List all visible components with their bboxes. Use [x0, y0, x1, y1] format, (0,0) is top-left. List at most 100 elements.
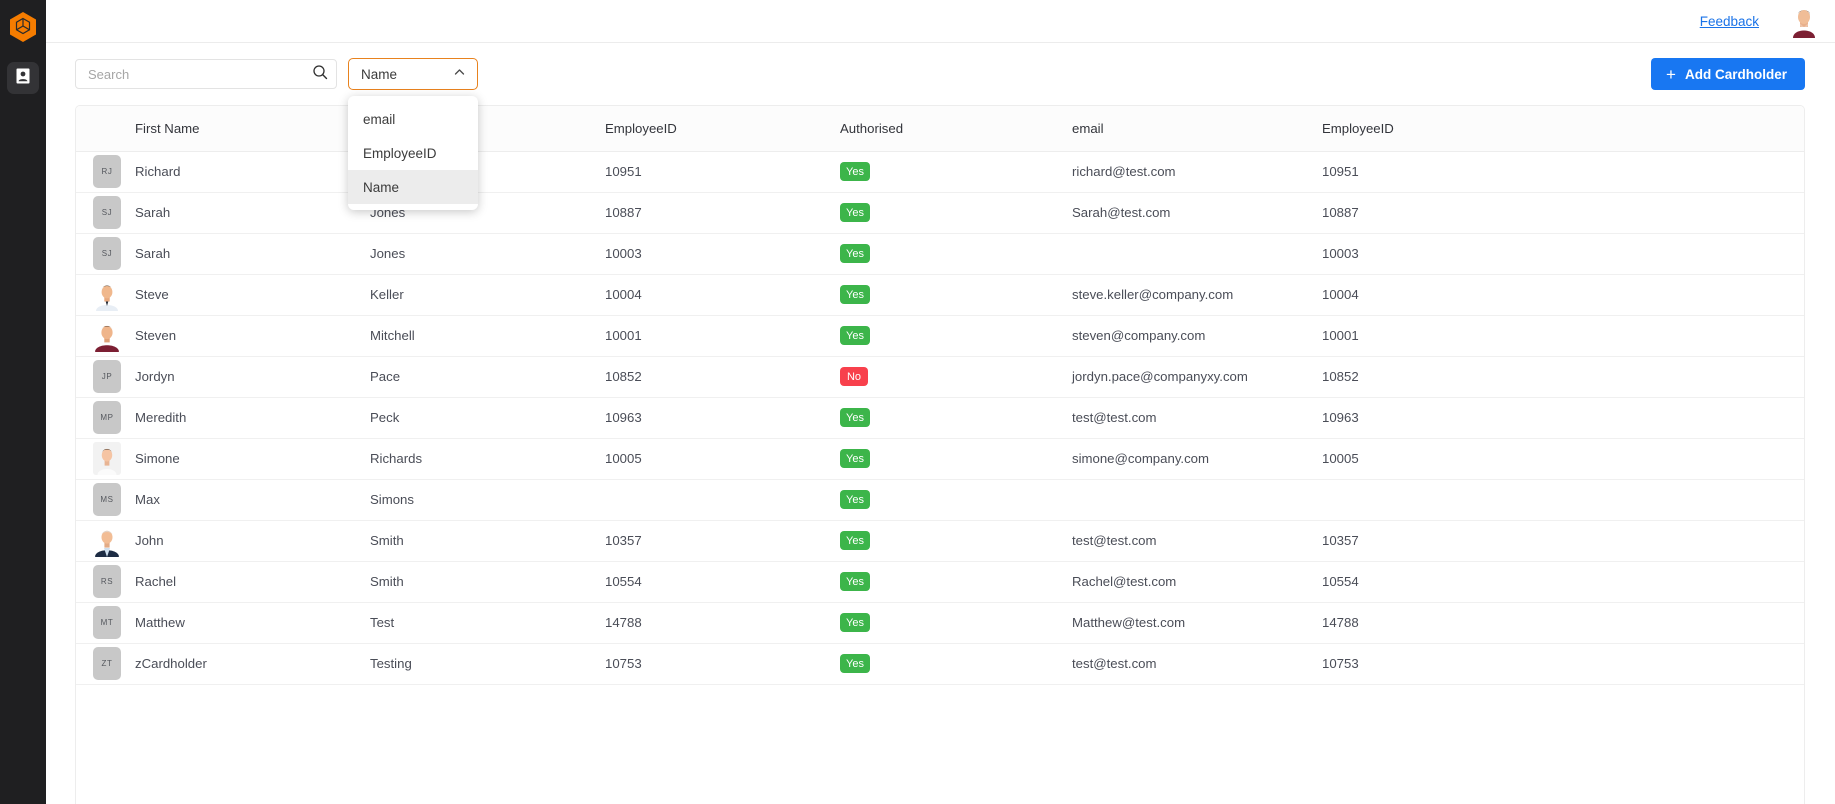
cell-avatar: RJ: [76, 151, 133, 192]
search-icon[interactable]: [312, 64, 328, 85]
table-row[interactable]: JP Jordyn Pace 10852 No jordyn.pace@companyxy…: [76, 356, 1804, 397]
table-row[interactable]: Steve Keller 10004 Yes steve.keller@company.…: [76, 274, 1804, 315]
column-header-first-name: First Name: [133, 106, 368, 152]
column-header-employeeid: EmployeeID: [603, 106, 838, 152]
status-badge: Yes: [840, 326, 870, 345]
status-badge: Yes: [840, 162, 870, 181]
cell-first-name: Meredith: [135, 410, 187, 425]
avatar-initials: MT: [93, 606, 121, 639]
search-input[interactable]: [88, 66, 312, 82]
cell-authorised: Yes: [838, 520, 1070, 561]
column-header-email: email: [1070, 106, 1320, 152]
cell-avatar: ZT: [76, 643, 133, 684]
feedback-link[interactable]: Feedback: [1700, 14, 1759, 29]
dropdown-option-name[interactable]: Name: [348, 170, 478, 204]
search-box[interactable]: [75, 59, 337, 89]
cell-last-name: Smith: [370, 533, 404, 548]
cell-authorised: Yes: [838, 479, 1070, 520]
filter-select-value: Name: [361, 66, 398, 82]
cell-employeeid: 10001: [605, 328, 642, 343]
cell-avatar: MS: [76, 479, 133, 520]
cell-authorised: No: [838, 356, 1070, 397]
app-logo: [6, 11, 40, 45]
filter-select[interactable]: Name: [348, 58, 478, 90]
avatar-initials: JP: [93, 360, 121, 393]
avatar-photo: [93, 524, 121, 557]
table-row[interactable]: SJ Sarah Jones 10003 Yes 10003: [76, 233, 1804, 274]
chevron-up-icon: [453, 66, 466, 82]
dropdown-option-email[interactable]: email: [348, 102, 478, 136]
plus-icon: +: [1666, 64, 1676, 84]
filter-dropdown-menu[interactable]: email EmployeeID Name: [348, 96, 478, 210]
table-row[interactable]: SJ Sarah Jones 10887 Yes Sarah@test.com 10887: [76, 192, 1804, 233]
cell-email: steve.keller@company.com: [1072, 287, 1234, 302]
cell-avatar: SJ: [76, 233, 133, 274]
cell-last-name: Pace: [370, 369, 401, 384]
cardholders-table-card: First Name Last Name EmployeeID Authoris…: [75, 105, 1805, 804]
cell-email: Rachel@test.com: [1072, 574, 1177, 589]
table-row[interactable]: Simone Richards 10005 Yes simone@company.com…: [76, 438, 1804, 479]
avatar-photo: [93, 442, 121, 475]
cell-employeeid: 10005: [605, 451, 642, 466]
table-row[interactable]: RS Rachel Smith 10554 Yes Rachel@test.com 1055…: [76, 561, 1804, 602]
cube-hexagon-logo-icon: [7, 10, 39, 47]
table-row[interactable]: MP Meredith Peck 10963 Yes test@test.com 10963: [76, 397, 1804, 438]
dropdown-option-employeeid[interactable]: EmployeeID: [348, 136, 478, 170]
cell-last-name: Smith: [370, 574, 404, 589]
table-header-row: First Name Last Name EmployeeID Authoris…: [76, 106, 1804, 152]
cell-employeeid: 10357: [605, 533, 642, 548]
cell-email: Matthew@test.com: [1072, 615, 1186, 630]
cell-avatar: [76, 520, 133, 561]
cell-employeeid: 10003: [605, 246, 642, 261]
status-badge: Yes: [840, 654, 870, 673]
filter-select-wrap: Name email EmployeeID Name: [348, 58, 478, 210]
avatar[interactable]: [1787, 4, 1821, 38]
contact-card-icon: [14, 67, 32, 90]
cell-employeeid-2: 10003: [1322, 246, 1359, 261]
cell-authorised: Yes: [838, 561, 1070, 602]
table-row[interactable]: ZT zCardholder Testing 10753 Yes test@test.co…: [76, 643, 1804, 684]
cardholders-table: First Name Last Name EmployeeID Authoris…: [76, 106, 1804, 685]
status-badge: Yes: [840, 203, 870, 222]
cell-employeeid-2: 10887: [1322, 205, 1359, 220]
table-row[interactable]: MT Matthew Test 14788 Yes Matthew@test.com 147…: [76, 602, 1804, 643]
cell-last-name: Testing: [370, 656, 412, 671]
cell-last-name: Peck: [370, 410, 400, 425]
cell-avatar: JP: [76, 356, 133, 397]
sidebar-item-cardholders[interactable]: [7, 62, 39, 94]
avatar-initials: ZT: [93, 647, 121, 680]
cell-last-name: Mitchell: [370, 328, 415, 343]
cell-employeeid-2: 10005: [1322, 451, 1359, 466]
cell-employeeid: 10554: [605, 574, 642, 589]
cell-authorised: Yes: [838, 233, 1070, 274]
table-row[interactable]: John Smith 10357 Yes test@test.com 10357: [76, 520, 1804, 561]
cell-email: [1070, 233, 1320, 274]
status-badge: Yes: [840, 285, 870, 304]
cell-first-name: Jordyn: [135, 369, 175, 384]
cell-avatar: [76, 438, 133, 479]
add-cardholder-button[interactable]: + Add Cardholder: [1651, 58, 1805, 90]
cell-first-name: Steve: [135, 287, 169, 302]
cell-first-name: Sarah: [135, 205, 171, 220]
status-badge: Yes: [840, 244, 870, 263]
sidebar: [0, 0, 46, 804]
cell-first-name: Richard: [135, 164, 181, 179]
avatar-initials: MP: [93, 401, 121, 434]
cell-email: test@test.com: [1072, 410, 1157, 425]
cell-employeeid: 10887: [605, 205, 642, 220]
cell-authorised: Yes: [838, 192, 1070, 233]
table-row[interactable]: RJRichardJones10951Yesrichard@test.com10…: [76, 151, 1804, 192]
topbar: Feedback: [46, 0, 1835, 43]
table-row[interactable]: MS Max Simons Yes: [76, 479, 1804, 520]
table-head: First Name Last Name EmployeeID Authoris…: [76, 106, 1804, 152]
status-badge: Yes: [840, 449, 870, 468]
cell-first-name: John: [135, 533, 164, 548]
cell-employeeid-2: 10753: [1322, 656, 1359, 671]
avatar-photo: [93, 319, 121, 352]
cell-email: Sarah@test.com: [1072, 205, 1171, 220]
table-row[interactable]: Steven Mitchell 10001 Yes steven@company.com…: [76, 315, 1804, 356]
cell-first-name: Sarah: [135, 246, 171, 261]
avatar-initials: SJ: [93, 237, 121, 270]
cell-employeeid: [603, 479, 838, 520]
cell-last-name: Richards: [370, 451, 423, 466]
